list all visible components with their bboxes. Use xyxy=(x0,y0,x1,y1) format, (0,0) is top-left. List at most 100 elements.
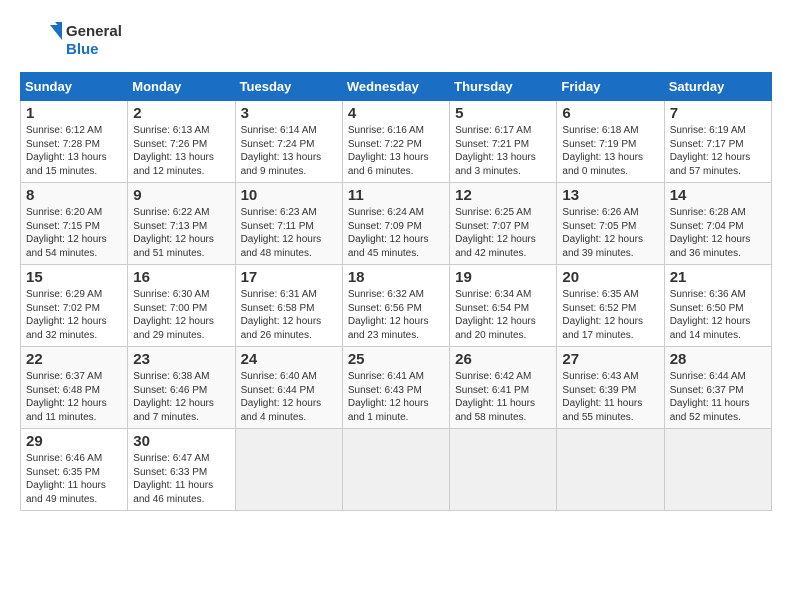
header-saturday: Saturday xyxy=(664,73,771,101)
page-header: GeneralBlue xyxy=(20,20,772,62)
day-info: Sunrise: 6:43 AMSunset: 6:39 PMDaylight:… xyxy=(562,370,658,424)
calendar-cell: 8 Sunrise: 6:20 AMSunset: 7:15 PMDaylight… xyxy=(21,183,128,265)
day-info: Sunrise: 6:44 AMSunset: 6:37 PMDaylight:… xyxy=(670,370,766,424)
day-number: 1 xyxy=(26,105,122,122)
day-number: 23 xyxy=(133,351,229,368)
day-info: Sunrise: 6:26 AMSunset: 7:05 PMDaylight:… xyxy=(562,206,658,260)
day-info: Sunrise: 6:40 AMSunset: 6:44 PMDaylight:… xyxy=(241,370,337,424)
calendar-cell: 9 Sunrise: 6:22 AMSunset: 7:13 PMDaylight… xyxy=(128,183,235,265)
day-number: 29 xyxy=(26,433,122,450)
calendar-cell: 16 Sunrise: 6:30 AMSunset: 7:00 PMDayligh… xyxy=(128,265,235,347)
calendar-cell: 11Sunrise: 6:24 AMSunset: 7:09 PMDayligh… xyxy=(342,183,449,265)
day-number: 8 xyxy=(26,187,122,204)
logo-general: General xyxy=(66,23,122,41)
day-number: 2 xyxy=(133,105,229,122)
calendar-cell: 15Sunrise: 6:29 AMSunset: 7:02 PMDayligh… xyxy=(21,265,128,347)
day-info: Sunrise: 6:32 AMSunset: 6:56 PMDaylight:… xyxy=(348,288,444,342)
day-number: 5 xyxy=(455,105,551,122)
calendar-cell: 30Sunrise: 6:47 AMSunset: 6:33 PMDayligh… xyxy=(128,429,235,511)
day-number: 24 xyxy=(241,351,337,368)
calendar-cell: 23 Sunrise: 6:38 AMSunset: 6:46 PMDayligh… xyxy=(128,347,235,429)
calendar-cell xyxy=(664,429,771,511)
day-number: 28 xyxy=(670,351,766,368)
day-number: 27 xyxy=(562,351,658,368)
day-number: 15 xyxy=(26,269,122,286)
header-monday: Monday xyxy=(128,73,235,101)
day-info: Sunrise: 6:24 AMSunset: 7:09 PMDaylight:… xyxy=(348,206,444,260)
calendar-cell: 20 Sunrise: 6:35 AMSunset: 6:52 PMDayligh… xyxy=(557,265,664,347)
day-info: Sunrise: 6:12 AMSunset: 7:28 PMDaylight:… xyxy=(26,124,122,178)
day-number: 12 xyxy=(455,187,551,204)
day-info: Sunrise: 6:30 AMSunset: 7:00 PMDaylight:… xyxy=(133,288,229,342)
calendar-cell: 6 Sunrise: 6:18 AMSunset: 7:19 PMDaylight… xyxy=(557,101,664,183)
calendar-cell: 5 Sunrise: 6:17 AMSunset: 7:21 PMDaylight… xyxy=(450,101,557,183)
calendar-cell: 21 Sunrise: 6:36 AMSunset: 6:50 PMDayligh… xyxy=(664,265,771,347)
day-info: Sunrise: 6:28 AMSunset: 7:04 PMDaylight:… xyxy=(670,206,766,260)
day-info: Sunrise: 6:31 AMSunset: 6:58 PMDaylight:… xyxy=(241,288,337,342)
day-info: Sunrise: 6:13 AMSunset: 7:26 PMDaylight:… xyxy=(133,124,229,178)
day-info: Sunrise: 6:41 AMSunset: 6:43 PMDaylight:… xyxy=(348,370,444,424)
header-friday: Friday xyxy=(557,73,664,101)
calendar-cell xyxy=(450,429,557,511)
calendar-cell xyxy=(557,429,664,511)
day-number: 18 xyxy=(348,269,444,286)
calendar-cell: 10 Sunrise: 6:23 AMSunset: 7:11 PMDayligh… xyxy=(235,183,342,265)
day-info: Sunrise: 6:37 AMSunset: 6:48 PMDaylight:… xyxy=(26,370,122,424)
week-row-4: 22 Sunrise: 6:37 AMSunset: 6:48 PMDayligh… xyxy=(21,347,772,429)
calendar-cell: 7Sunrise: 6:19 AMSunset: 7:17 PMDaylight… xyxy=(664,101,771,183)
header-tuesday: Tuesday xyxy=(235,73,342,101)
day-info: Sunrise: 6:46 AMSunset: 6:35 PMDaylight:… xyxy=(26,452,122,506)
day-info: Sunrise: 6:14 AMSunset: 7:24 PMDaylight:… xyxy=(241,124,337,178)
calendar-cell: 3 Sunrise: 6:14 AMSunset: 7:24 PMDaylight… xyxy=(235,101,342,183)
day-number: 21 xyxy=(670,269,766,286)
day-number: 16 xyxy=(133,269,229,286)
day-info: Sunrise: 6:35 AMSunset: 6:52 PMDaylight:… xyxy=(562,288,658,342)
day-number: 19 xyxy=(455,269,551,286)
day-number: 25 xyxy=(348,351,444,368)
week-row-1: 1 Sunrise: 6:12 AMSunset: 7:28 PMDaylight… xyxy=(21,101,772,183)
calendar-cell: 14 Sunrise: 6:28 AMSunset: 7:04 PMDayligh… xyxy=(664,183,771,265)
day-number: 10 xyxy=(241,187,337,204)
day-number: 14 xyxy=(670,187,766,204)
calendar-cell: 24 Sunrise: 6:40 AMSunset: 6:44 PMDayligh… xyxy=(235,347,342,429)
day-info: Sunrise: 6:19 AMSunset: 7:17 PMDaylight:… xyxy=(670,124,766,178)
calendar-cell: 17Sunrise: 6:31 AMSunset: 6:58 PMDayligh… xyxy=(235,265,342,347)
calendar-table: SundayMondayTuesdayWednesdayThursdayFrid… xyxy=(20,72,772,511)
day-info: Sunrise: 6:36 AMSunset: 6:50 PMDaylight:… xyxy=(670,288,766,342)
calendar-cell: 13Sunrise: 6:26 AMSunset: 7:05 PMDayligh… xyxy=(557,183,664,265)
header-thursday: Thursday xyxy=(450,73,557,101)
week-row-3: 15Sunrise: 6:29 AMSunset: 7:02 PMDayligh… xyxy=(21,265,772,347)
week-row-5: 29 Sunrise: 6:46 AMSunset: 6:35 PMDayligh… xyxy=(21,429,772,511)
day-number: 9 xyxy=(133,187,229,204)
calendar-cell: 2 Sunrise: 6:13 AMSunset: 7:26 PMDaylight… xyxy=(128,101,235,183)
logo-svg xyxy=(20,20,62,62)
day-number: 22 xyxy=(26,351,122,368)
day-info: Sunrise: 6:38 AMSunset: 6:46 PMDaylight:… xyxy=(133,370,229,424)
calendar-cell: 25 Sunrise: 6:41 AMSunset: 6:43 PMDayligh… xyxy=(342,347,449,429)
day-info: Sunrise: 6:20 AMSunset: 7:15 PMDaylight:… xyxy=(26,206,122,260)
day-info: Sunrise: 6:17 AMSunset: 7:21 PMDaylight:… xyxy=(455,124,551,178)
calendar-cell: 29 Sunrise: 6:46 AMSunset: 6:35 PMDayligh… xyxy=(21,429,128,511)
calendar-cell: 12 Sunrise: 6:25 AMSunset: 7:07 PMDayligh… xyxy=(450,183,557,265)
week-row-2: 8 Sunrise: 6:20 AMSunset: 7:15 PMDaylight… xyxy=(21,183,772,265)
calendar-cell xyxy=(235,429,342,511)
logo-blue: Blue xyxy=(66,41,122,59)
calendar-cell: 28 Sunrise: 6:44 AMSunset: 6:37 PMDayligh… xyxy=(664,347,771,429)
day-info: Sunrise: 6:42 AMSunset: 6:41 PMDaylight:… xyxy=(455,370,551,424)
day-number: 20 xyxy=(562,269,658,286)
day-info: Sunrise: 6:22 AMSunset: 7:13 PMDaylight:… xyxy=(133,206,229,260)
header-sunday: Sunday xyxy=(21,73,128,101)
day-info: Sunrise: 6:18 AMSunset: 7:19 PMDaylight:… xyxy=(562,124,658,178)
day-number: 3 xyxy=(241,105,337,122)
day-number: 6 xyxy=(562,105,658,122)
calendar-cell: 4Sunrise: 6:16 AMSunset: 7:22 PMDaylight… xyxy=(342,101,449,183)
day-info: Sunrise: 6:23 AMSunset: 7:11 PMDaylight:… xyxy=(241,206,337,260)
calendar-header-row: SundayMondayTuesdayWednesdayThursdayFrid… xyxy=(21,73,772,101)
logo: GeneralBlue xyxy=(20,20,122,62)
day-number: 30 xyxy=(133,433,229,450)
calendar-cell: 19 Sunrise: 6:34 AMSunset: 6:54 PMDayligh… xyxy=(450,265,557,347)
calendar-cell: 1 Sunrise: 6:12 AMSunset: 7:28 PMDaylight… xyxy=(21,101,128,183)
day-info: Sunrise: 6:25 AMSunset: 7:07 PMDaylight:… xyxy=(455,206,551,260)
day-info: Sunrise: 6:34 AMSunset: 6:54 PMDaylight:… xyxy=(455,288,551,342)
calendar-cell: 18 Sunrise: 6:32 AMSunset: 6:56 PMDayligh… xyxy=(342,265,449,347)
